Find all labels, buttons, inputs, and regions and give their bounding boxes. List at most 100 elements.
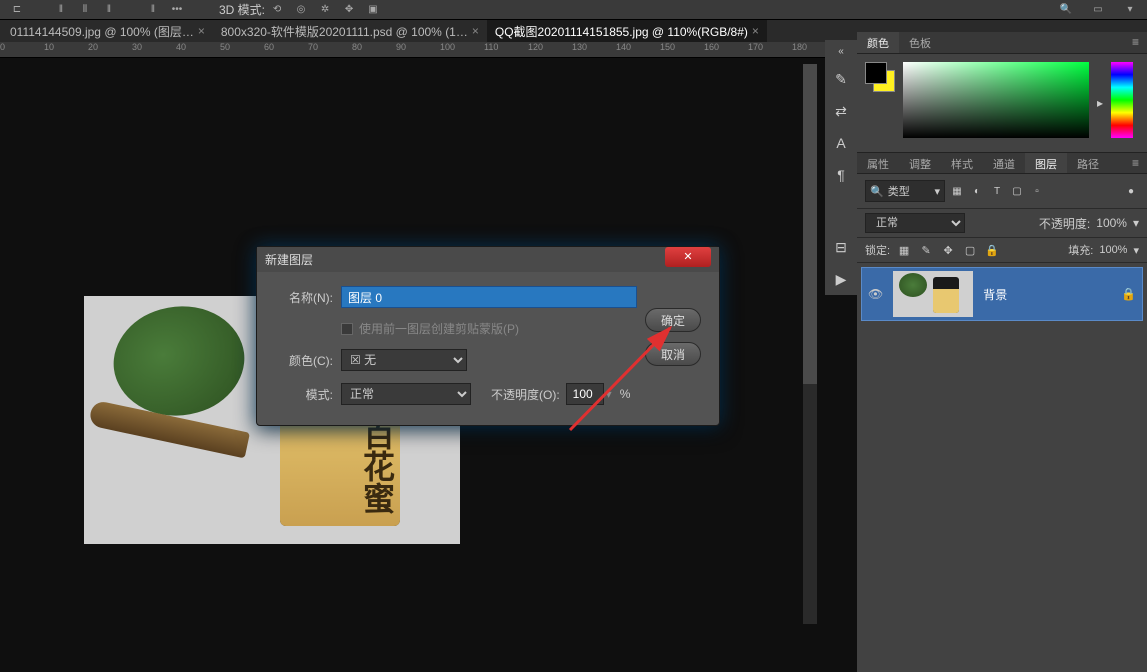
adjust-icon[interactable]: ⇄ xyxy=(831,101,851,121)
lock-artboard-icon[interactable]: ▢ xyxy=(962,242,978,258)
layer-thumbnail[interactable] xyxy=(893,271,973,317)
clip-mask-label: 使用前一图层创建剪贴蒙版(P) xyxy=(359,320,519,337)
opacity-input[interactable] xyxy=(566,383,604,405)
fg-swatch[interactable] xyxy=(865,62,887,84)
cancel-button[interactable]: 取消 xyxy=(645,342,701,366)
lock-icon[interactable]: 🔒 xyxy=(1121,287,1136,301)
lock-brush-icon[interactable]: ✎ xyxy=(918,242,934,258)
lock-pixels-icon[interactable]: ▦ xyxy=(896,242,912,258)
chevron-down-icon[interactable]: ▾ xyxy=(1133,244,1139,257)
filter-image-icon[interactable]: ▦ xyxy=(949,183,965,199)
layer-item-background[interactable]: 👁 背景 🔒 xyxy=(861,267,1143,321)
tab-adjust[interactable]: 调整 xyxy=(899,153,941,173)
ruler-tick: 10 xyxy=(44,42,54,52)
filter-toggle-icon[interactable]: ● xyxy=(1123,183,1139,199)
align-icon-2[interactable]: ⫴ xyxy=(73,2,97,18)
target-icon[interactable]: ◎ xyxy=(289,2,313,18)
tab-styles[interactable]: 样式 xyxy=(941,153,983,173)
brush-icon[interactable]: ✎ xyxy=(831,69,851,89)
mini-tools-column: « ✎ ⇄ A ¶ ⊟ ▶ xyxy=(825,40,857,295)
tab-1[interactable]: 01114144509.jpg @ 100% (图层… × xyxy=(2,20,213,43)
ruler-tick: 20 xyxy=(88,42,98,52)
new-layer-dialog: 新建图层 ✕ 名称(N): 使用前一图层创建剪贴蒙版(P) 颜色(C): ☒ 无… xyxy=(256,246,720,426)
ruler-tick: 60 xyxy=(264,42,274,52)
tab-label: 800x320-软件模版20201111.psd @ 100% (1… xyxy=(221,23,468,40)
name-label: 名称(N): xyxy=(273,289,333,306)
magnifier-icon: 🔍 xyxy=(870,185,884,198)
tab-layers[interactable]: 图层 xyxy=(1025,153,1067,173)
align-icon-1[interactable]: ‖ xyxy=(49,2,73,18)
filter-text-icon[interactable]: T xyxy=(989,183,1005,199)
close-icon[interactable]: × xyxy=(752,24,759,38)
filter-shape-icon[interactable]: ▢ xyxy=(1009,183,1025,199)
layer-type-filter[interactable]: 🔍 类型 ▾ xyxy=(865,180,945,202)
lock-move-icon[interactable]: ✥ xyxy=(940,242,956,258)
ruler-tick: 120 xyxy=(528,42,543,52)
text-icon[interactable]: A xyxy=(831,133,851,153)
tab-3[interactable]: QQ截图20201114151855.jpg @ 110%(RGB/8#) × xyxy=(487,20,767,43)
ruler-tick: 30 xyxy=(132,42,142,52)
workspace-icon[interactable]: ▭ xyxy=(1086,2,1110,18)
light-icon[interactable]: ✲ xyxy=(313,2,337,18)
chevron-down-icon[interactable]: ▾ xyxy=(1118,2,1142,18)
tab-swatches[interactable]: 色板 xyxy=(899,32,941,53)
search-icon[interactable]: 🔍 xyxy=(1054,2,1078,18)
dialog-title-text: 新建图层 xyxy=(265,251,313,268)
filter-smart-icon[interactable]: ▫ xyxy=(1029,183,1045,199)
close-icon[interactable]: × xyxy=(472,24,479,38)
layer-filter-bar: 🔍 类型 ▾ ▦ ◐ T ▢ ▫ ● xyxy=(857,174,1147,209)
dialog-titlebar[interactable]: 新建图层 ✕ xyxy=(257,247,719,272)
fg-bg-swatches[interactable] xyxy=(865,62,895,92)
mode-label: 模式: xyxy=(273,386,333,403)
tab-paths[interactable]: 路径 xyxy=(1067,153,1109,173)
glyph-icon[interactable]: ⊟ xyxy=(831,237,851,257)
opacity-label: 不透明度(O): xyxy=(491,386,560,403)
mode-select[interactable]: 正常 xyxy=(341,383,471,405)
hue-slider[interactable] xyxy=(1111,62,1133,138)
filter-adjust-icon[interactable]: ◐ xyxy=(969,183,985,199)
vertical-scrollbar[interactable] xyxy=(803,64,817,624)
color-label: 颜色(C): xyxy=(273,352,333,369)
align-icon-3[interactable]: ‖ xyxy=(97,2,121,18)
panel-menu-icon[interactable]: ≡ xyxy=(1124,32,1147,53)
lock-all-icon[interactable]: 🔒 xyxy=(984,242,1000,258)
ruler-tick: 160 xyxy=(704,42,719,52)
tab-label: 01114144509.jpg @ 100% (图层… xyxy=(10,23,194,40)
move-icon[interactable]: ✥ xyxy=(337,2,361,18)
chevron-down-icon[interactable]: ▾ xyxy=(1133,216,1139,230)
align-icon-4[interactable]: ‖ xyxy=(141,2,165,18)
orbit-icon[interactable]: ⟲ xyxy=(265,2,289,18)
ruler-tick: 100 xyxy=(440,42,455,52)
tab-color[interactable]: 颜色 xyxy=(857,32,899,53)
panel-menu-icon[interactable]: ≡ xyxy=(1124,153,1147,173)
ok-button[interactable]: 确定 xyxy=(645,308,701,332)
opacity-value[interactable]: 100% xyxy=(1096,216,1127,230)
opacity-label: 不透明度: xyxy=(1039,215,1090,232)
tab-properties[interactable]: 属性 xyxy=(857,153,899,173)
fill-label: 填充: xyxy=(1068,242,1093,258)
layers-panel-tabs: 属性 调整 样式 通道 图层 路径 ≡ xyxy=(857,152,1147,174)
camera-icon[interactable]: ▣ xyxy=(361,2,385,18)
scrollbar-thumb[interactable] xyxy=(803,64,817,384)
tab-2[interactable]: 800x320-软件模版20201111.psd @ 100% (1… × xyxy=(213,20,487,43)
paragraph-icon[interactable]: ¶ xyxy=(831,165,851,185)
clip-mask-checkbox[interactable] xyxy=(341,323,353,335)
close-button[interactable]: ✕ xyxy=(665,247,711,267)
mode-3d-label: 3D 模式: xyxy=(219,1,265,18)
align-left-icon[interactable]: ⊏ xyxy=(5,2,29,18)
play-icon[interactable]: ▶ xyxy=(831,269,851,289)
fill-value[interactable]: 100% xyxy=(1099,244,1127,256)
blend-opacity-row: 正常 不透明度: 100% ▾ xyxy=(857,209,1147,238)
ruler-tick: 140 xyxy=(616,42,631,52)
close-icon[interactable]: × xyxy=(198,24,205,38)
color-field[interactable] xyxy=(903,62,1089,138)
tab-label: QQ截图20201114151855.jpg @ 110%(RGB/8#) xyxy=(495,23,748,40)
layer-name-input[interactable] xyxy=(341,286,637,308)
ruler-tick: 130 xyxy=(572,42,587,52)
color-select[interactable]: ☒ 无 xyxy=(341,349,467,371)
visibility-icon[interactable]: 👁 xyxy=(868,287,883,301)
blend-mode-select[interactable]: 正常 xyxy=(865,213,965,233)
more-icon[interactable]: ••• xyxy=(165,2,189,18)
tab-channels[interactable]: 通道 xyxy=(983,153,1025,173)
ruler-tick: 40 xyxy=(176,42,186,52)
